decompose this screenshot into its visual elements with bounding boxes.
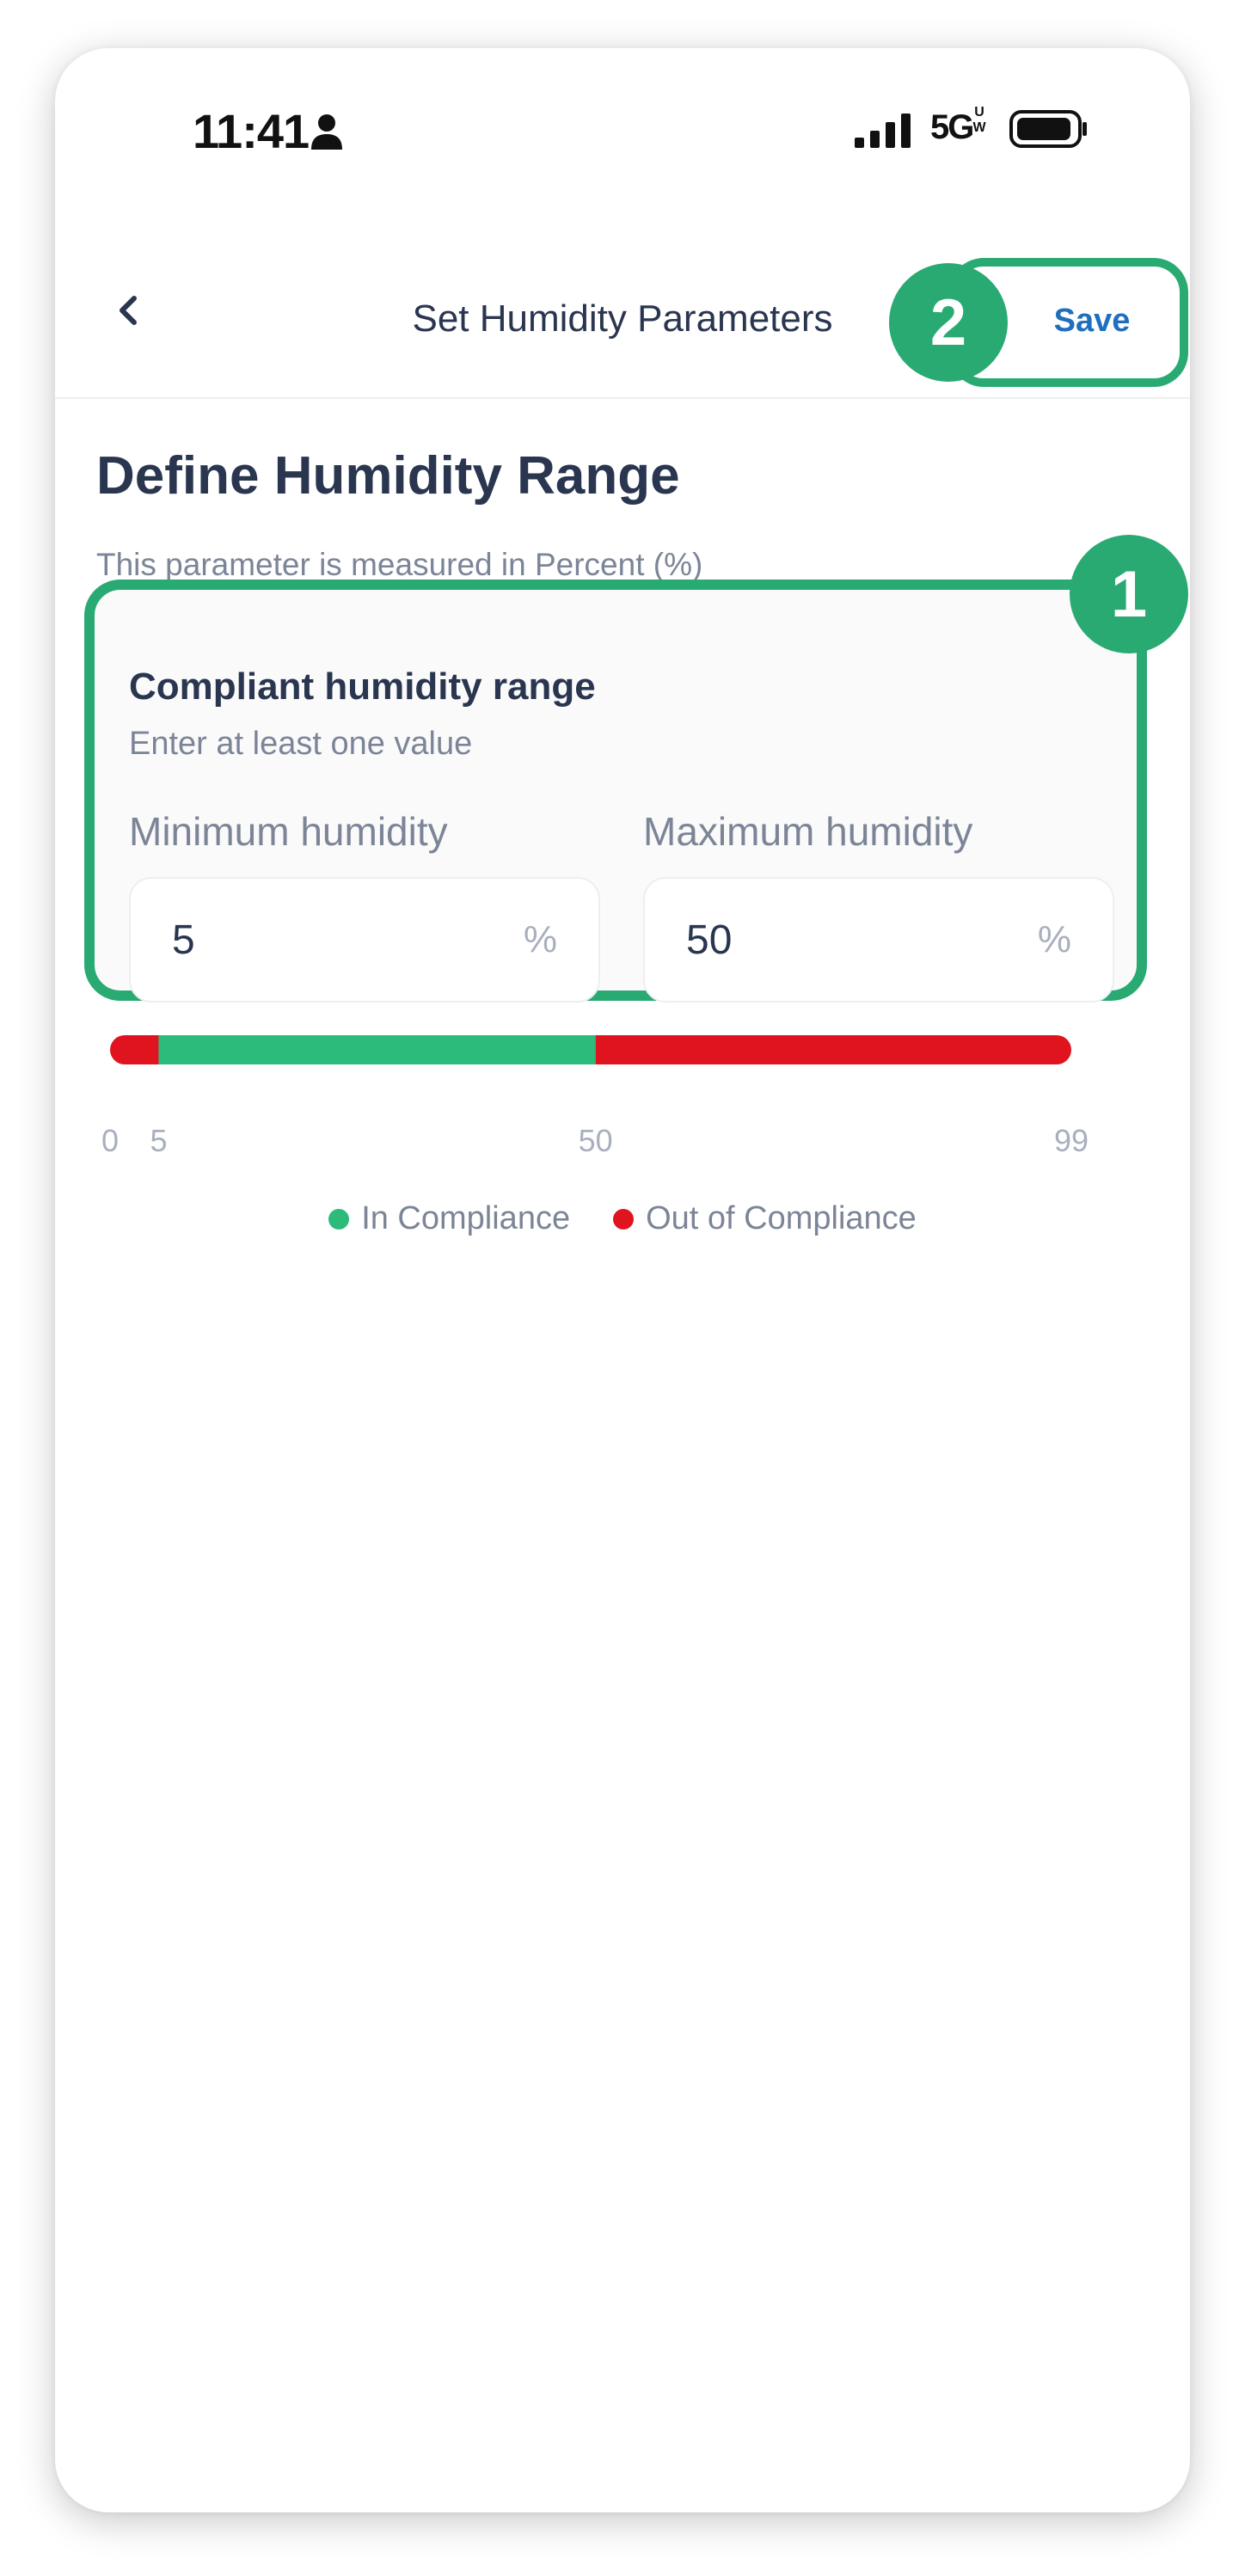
network-label: 5G	[930, 108, 974, 146]
legend-in-compliance-label: In Compliance	[361, 1200, 571, 1236]
max-humidity-input[interactable]: 50 %	[643, 877, 1114, 1003]
in-compliance-dot-icon	[328, 1208, 350, 1230]
battery-icon	[1009, 110, 1087, 148]
card-title: Compliant humidity range	[129, 665, 596, 708]
page-title: Set Humidity Parameters	[412, 297, 833, 340]
min-humidity-input[interactable]: 5 %	[129, 877, 600, 1003]
bar-segment-out-low	[110, 1035, 159, 1064]
bar-segment-in-compliance	[158, 1035, 596, 1064]
annotation-badge-2: 2	[889, 263, 1008, 382]
bar-tick-label: 99	[1053, 1123, 1089, 1158]
max-humidity-unit: %	[1037, 918, 1071, 960]
section-subtitle: This parameter is measured in Percent (%…	[96, 547, 703, 582]
save-button[interactable]: Save	[1015, 303, 1169, 340]
person-icon	[311, 114, 342, 150]
legend: In Compliance Out of Compliance	[55, 1200, 1190, 1237]
out-of-compliance-dot-icon	[613, 1208, 635, 1230]
compliance-bar	[110, 1035, 1071, 1064]
bar-tick-label: 0	[101, 1123, 120, 1158]
min-humidity-unit: %	[523, 918, 557, 960]
bar-segment-out-high	[595, 1035, 1071, 1064]
max-humidity-value: 50	[686, 917, 733, 963]
bar-tick-label: 5	[150, 1123, 168, 1158]
annotation-badge-1: 1	[1070, 535, 1188, 653]
chevron-left-icon	[120, 296, 137, 325]
legend-item-out-of-compliance: Out of Compliance	[613, 1200, 917, 1237]
min-humidity-label: Minimum humidity	[129, 809, 448, 854]
legend-item-in-compliance: In Compliance	[328, 1200, 570, 1237]
header-divider	[55, 397, 1190, 399]
bar-tick-label: 50	[578, 1123, 613, 1158]
back-button[interactable]	[98, 280, 158, 340]
legend-out-of-compliance-label: Out of Compliance	[646, 1200, 917, 1236]
phone-screen: 11:41 5G UW Set Humidity Parameters Save…	[55, 48, 1190, 2512]
max-humidity-label: Maximum humidity	[643, 809, 973, 854]
status-time: 11:41	[193, 104, 310, 158]
card-hint: Enter at least one value	[129, 726, 473, 762]
signal-icon	[855, 113, 911, 148]
network-superscript: UW	[972, 105, 986, 135]
section-title: Define Humidity Range	[96, 446, 680, 506]
min-humidity-value: 5	[172, 917, 195, 963]
